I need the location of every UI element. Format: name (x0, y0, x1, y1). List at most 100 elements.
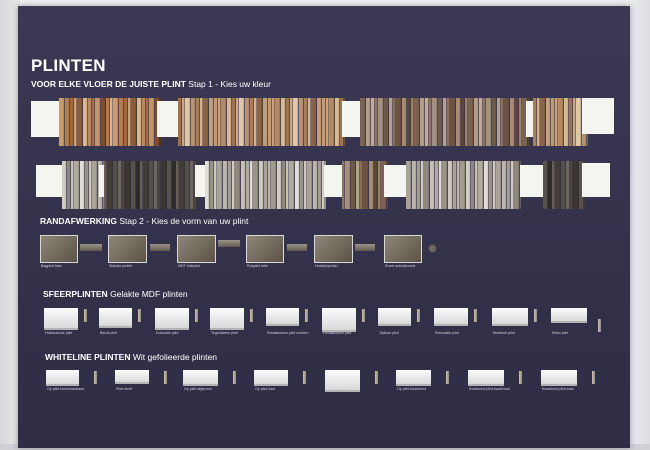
sample-caption: Tegenkleine plint (211, 331, 238, 335)
plint-clip (362, 309, 365, 322)
sample-caption: Renovatie plint (435, 331, 459, 335)
sample-caption: MDF folieplint (178, 264, 200, 268)
edge-finish-photo (246, 235, 284, 263)
edge-profile-sample (287, 244, 307, 251)
sfeerplint-sample (155, 308, 189, 330)
randafwerking-heading-bold: RANDAFWERKING (40, 216, 117, 226)
sample-panel (195, 165, 205, 197)
sample-panel (384, 165, 406, 197)
whiteline-sample (183, 370, 218, 386)
sfeerplint-sample (492, 308, 528, 326)
display-title: PLINTEN (31, 56, 106, 75)
sample-panel (582, 163, 610, 197)
sample-caption: Op plint afgerond (184, 387, 212, 391)
sfeerplint-sample (44, 308, 78, 330)
whiteline-sample (115, 370, 149, 384)
sample-panel (582, 98, 614, 134)
sample-caption: Op plint bovenkantrand (47, 387, 85, 391)
rozet-sample (428, 244, 437, 253)
plint-clip (164, 371, 167, 384)
sample-panel (31, 101, 60, 137)
sample-caption: Moderne plint (493, 331, 515, 335)
edge-finish-photo (384, 235, 422, 263)
plint-clip (598, 319, 601, 332)
color-sample-group (342, 161, 388, 209)
left-wall (0, 0, 20, 450)
sample-caption: Rozet antislipnoest (385, 264, 416, 268)
sample-caption: Tijdloze plint (379, 331, 399, 335)
sample-caption: Plint recht (116, 387, 132, 391)
sample-panel (324, 165, 342, 197)
right-wall (628, 0, 650, 450)
whiteline-heading-rest: Wit gefolieerde plinten (130, 352, 217, 362)
sfeerplint-sample (551, 308, 587, 323)
sample-caption: Renaissance plint (323, 331, 352, 335)
plint-clip (303, 371, 306, 384)
sample-panel (520, 165, 544, 197)
plint-clip (375, 371, 378, 384)
sfeerplinten-heading-rest: Gelakte MDF plinten (107, 289, 188, 299)
color-sample-group (62, 161, 104, 209)
plint-clip (138, 309, 141, 322)
whiteline-sample (396, 370, 431, 386)
plint-clip (94, 371, 97, 384)
plint-clip (305, 309, 308, 322)
edge-finish-photo (108, 235, 147, 263)
sample-caption: Rubplint folie (247, 264, 268, 268)
plint-clip (250, 309, 253, 322)
sample-caption: Stalotte profiel (109, 264, 132, 268)
sample-caption: Op plint kwartrond (397, 387, 427, 391)
edge-profile-sample (218, 240, 240, 247)
edge-finish-photo (177, 235, 216, 263)
plint-clip (417, 309, 420, 322)
color-sample-group (360, 98, 529, 146)
step1-heading: VOOR ELKE VLOER DE JUISTE PLINT Stap 1 -… (31, 79, 271, 89)
step1-heading-rest: Stap 1 - Kies uw kleur (185, 79, 271, 89)
plint-clip (233, 371, 236, 384)
sample-caption: Retro plint (552, 331, 569, 335)
sample-panel (36, 165, 63, 197)
sfeerplint-sample (378, 308, 411, 326)
sample-caption: Op plint kast (255, 387, 275, 391)
color-sample-group (205, 161, 326, 209)
sfeerplinten-heading-bold: SFEERPLINTEN (43, 289, 108, 299)
edge-finish-photo (40, 235, 78, 263)
sample-caption: Renaissance plint modern (267, 331, 309, 335)
sample-caption: Hoeklijnprofiel (315, 264, 338, 268)
randafwerking-heading: RANDAFWERKING Stap 2 - Kies de vorm van … (40, 216, 248, 226)
whiteline-heading: WHITELINE PLINTEN Wit gefolieerde plinte… (45, 352, 217, 362)
whiteline-sample (46, 370, 79, 386)
color-sample-group (59, 98, 161, 146)
display-board (18, 6, 630, 448)
color-sample-group (406, 161, 521, 209)
sfeerplint-sample (99, 308, 132, 328)
color-sample-group (543, 161, 585, 209)
sample-caption: Kwartrond plint kwartrond (469, 387, 510, 391)
randafwerking-heading-rest: Stap 2 - Kies de vorm van uw plint (116, 216, 249, 226)
plint-clip (474, 309, 477, 322)
plint-clip (534, 309, 537, 322)
plint-clip (592, 371, 595, 384)
whiteline-sample (468, 370, 504, 386)
sample-caption: Koloniale plint (156, 331, 179, 335)
whiteline-sample (541, 370, 577, 386)
color-sample-group (533, 98, 588, 146)
step1-heading-bold: VOOR ELKE VLOER DE JUISTE PLINT (31, 79, 186, 89)
sample-caption: Kwartrond plint kast (542, 387, 574, 391)
plint-clip (446, 371, 449, 384)
sample-panel (342, 101, 360, 137)
sample-caption: Op plint hoflmond (326, 387, 355, 391)
sample-caption: Hollandsche plint (45, 331, 73, 335)
edge-profile-sample (80, 244, 102, 251)
edge-profile-sample (150, 244, 170, 251)
plint-clip (195, 309, 198, 322)
sample-caption: Bagplint fake (41, 264, 62, 268)
edge-profile-sample (355, 244, 375, 251)
sfeerplint-sample (210, 308, 244, 330)
plint-clip (519, 371, 522, 384)
sfeerplint-sample (322, 308, 356, 332)
sample-caption: Barok plint (100, 331, 117, 335)
sfeerplint-sample (266, 308, 299, 326)
whiteline-sample (254, 370, 288, 386)
color-sample-group (104, 161, 198, 209)
